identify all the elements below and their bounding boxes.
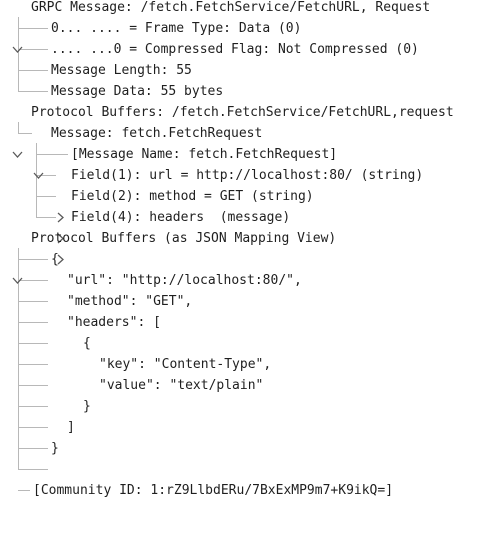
json-line[interactable]: "key": "Content-Type",	[0, 354, 484, 375]
message-name-label: [Message Name: fetch.FetchRequest]	[71, 147, 338, 162]
field-row[interactable]: Field(4): headers (message)	[0, 207, 484, 265]
json-line-text: {	[51, 252, 59, 267]
field-label: Field(1): url = http://localhost:80/ (st…	[71, 168, 424, 183]
json-line[interactable]: "url": "http://localhost:80/",	[0, 270, 484, 291]
json-line[interactable]: {	[0, 249, 484, 270]
json-line[interactable]: {	[0, 333, 484, 354]
protobuf-message-row[interactable]: Message: fetch.FetchRequest	[0, 123, 484, 179]
json-line[interactable]: "headers": [	[0, 312, 484, 333]
json-line-text: ]	[67, 420, 75, 435]
chevron-down-icon[interactable]	[12, 2, 23, 53]
json-line[interactable]: "method": "GET",	[0, 291, 484, 312]
field-label: Field(4): headers (message)	[71, 210, 291, 225]
packet-details-tree: GRPC Message: /fetch.FetchService/FetchU…	[0, 0, 484, 512]
chevron-down-icon[interactable]	[12, 107, 23, 158]
json-line-text: "value": "text/plain"	[99, 378, 264, 393]
json-line-text: }	[83, 399, 91, 414]
json-line-text: }	[51, 441, 59, 456]
compressed-flag-row[interactable]: .... ...0 = Compressed Flag: Not Compres…	[0, 39, 484, 60]
message-data-row[interactable]: Message Data: 55 bytes	[0, 81, 484, 102]
json-view-row[interactable]: Protocol Buffers (as JSON Mapping View)	[0, 228, 484, 284]
protobuf-row[interactable]: Protocol Buffers: /fetch.FetchService/Fe…	[0, 102, 484, 158]
json-line-text: "url": "http://localhost:80/",	[67, 273, 302, 288]
community-id-label: [Community ID: 1:rZ9LlbdERu/7BxExMP9m7+K…	[33, 483, 394, 498]
protobuf-label: Protocol Buffers: /fetch.FetchService/Fe…	[31, 105, 454, 120]
community-id-row[interactable]: [Community ID: 1:rZ9LlbdERu/7BxExMP9m7+K…	[0, 480, 484, 501]
compressed-flag-label: .... ...0 = Compressed Flag: Not Compres…	[51, 42, 419, 57]
grpc-message-row[interactable]: GRPC Message: /fetch.FetchService/FetchU…	[0, 0, 484, 53]
frame-type-row[interactable]: 0... .... = Frame Type: Data (0)	[0, 18, 484, 39]
message-length-row[interactable]: Message Length: 55	[0, 60, 484, 81]
protobuf-message-label: Message: fetch.FetchRequest	[51, 126, 263, 141]
json-line[interactable]: }	[0, 438, 484, 459]
json-line-text: "method": "GET",	[67, 294, 193, 309]
chevron-right-icon[interactable]	[55, 170, 66, 223]
chevron-right-icon[interactable]	[55, 191, 66, 244]
json-line[interactable]: }	[0, 396, 484, 417]
json-view-label: Protocol Buffers (as JSON Mapping View)	[31, 231, 337, 246]
field-row[interactable]: Field(1): url = http://localhost:80/ (st…	[0, 165, 484, 223]
json-line-text: "key": "Content-Type",	[99, 357, 272, 372]
frame-type-label: 0... .... = Frame Type: Data (0)	[51, 21, 302, 36]
field-row[interactable]: Field(2): method = GET (string)	[0, 186, 484, 244]
json-line[interactable]: ]	[0, 417, 484, 438]
json-line[interactable]: "value": "text/plain"	[0, 375, 484, 396]
chevron-down-icon[interactable]	[33, 128, 44, 179]
chevron-down-icon[interactable]	[12, 233, 23, 284]
chevron-right-icon[interactable]	[55, 212, 66, 265]
message-length-label: Message Length: 55	[51, 63, 192, 78]
message-data-label: Message Data: 55 bytes	[51, 84, 224, 99]
message-name-row[interactable]: [Message Name: fetch.FetchRequest]	[0, 144, 484, 165]
json-line-text: "headers": [	[67, 315, 161, 330]
field-label: Field(2): method = GET (string)	[71, 189, 314, 204]
grpc-message-label: GRPC Message: /fetch.FetchService/FetchU…	[31, 0, 431, 15]
json-line-text: {	[83, 336, 91, 351]
